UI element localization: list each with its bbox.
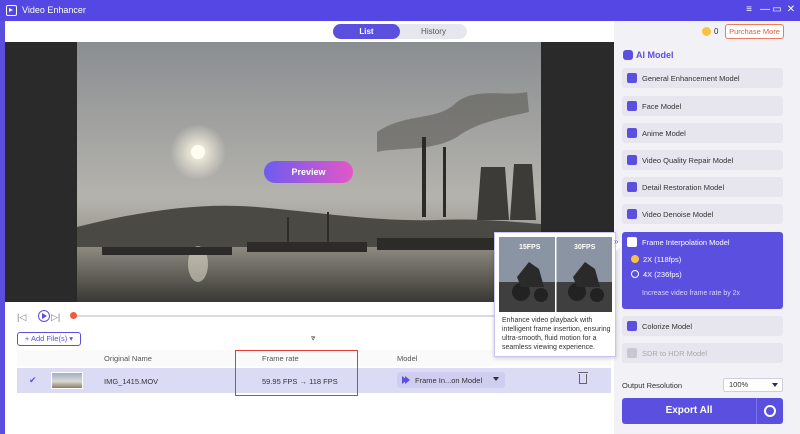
video-thumbnail bbox=[51, 372, 83, 389]
output-resolution-value: 100% bbox=[729, 380, 749, 389]
model-label: Detail Restoration Model bbox=[642, 183, 725, 192]
model-detail-restoration[interactable]: Detail Restoration Model bbox=[622, 177, 783, 197]
row-model-label: Frame In...on Model bbox=[415, 376, 483, 385]
tooltip-description: Enhance video playback with intelligent … bbox=[502, 317, 611, 351]
tooltip-label-before: 15FPS bbox=[519, 244, 541, 251]
model-sdr-to-hdr: SDR to HDR Model bbox=[622, 343, 783, 363]
title-bar: Video Enhancer ≡ — ▭ ✕ bbox=[0, 0, 800, 21]
output-resolution-select[interactable]: 100% bbox=[723, 378, 783, 392]
app-logo-icon bbox=[6, 5, 17, 16]
maximize-button[interactable]: ▭ bbox=[770, 3, 784, 17]
option-label: 2X (118fps) bbox=[643, 255, 682, 264]
button-divider bbox=[756, 398, 757, 424]
tab-history[interactable]: History bbox=[400, 24, 467, 39]
hdr-icon bbox=[627, 348, 637, 358]
menu-icon[interactable]: ≡ bbox=[742, 3, 756, 17]
detail-icon bbox=[627, 182, 637, 192]
model-label: Video Quality Repair Model bbox=[642, 156, 734, 165]
model-label: SDR to HDR Model bbox=[642, 349, 708, 358]
colorize-icon bbox=[627, 321, 637, 331]
preview-button[interactable]: Preview bbox=[264, 161, 353, 183]
frame-interpolation-icon bbox=[627, 237, 637, 247]
header-model: Model bbox=[397, 354, 418, 363]
next-frame-button[interactable]: ▷| bbox=[51, 312, 60, 323]
delete-icon[interactable] bbox=[578, 372, 588, 384]
model-tooltip: 15FPS 30FPS Enhance video playback with … bbox=[494, 232, 622, 357]
tooltip-label-after: 30FPS bbox=[574, 244, 596, 251]
collapse-toggle-icon[interactable]: ⩔ bbox=[311, 333, 316, 343]
tooltip-pointer-icon: » bbox=[614, 237, 619, 246]
sidebar-title-text: AI Model bbox=[636, 50, 674, 60]
chevron-down-icon bbox=[493, 377, 499, 381]
header-original-name: Original Name bbox=[104, 354, 152, 363]
coin-icon bbox=[702, 27, 711, 36]
gear-icon[interactable] bbox=[764, 405, 776, 417]
option-label: 4X (236fps) bbox=[643, 270, 682, 279]
purchase-more-button[interactable]: Purchase More bbox=[725, 24, 784, 39]
add-files-button[interactable]: + Add File(s) ▾ bbox=[17, 332, 81, 346]
radio-selected-icon[interactable] bbox=[631, 255, 639, 263]
image-enhance-icon bbox=[627, 73, 637, 83]
model-label: Anime Model bbox=[642, 129, 686, 138]
play-button[interactable] bbox=[38, 310, 50, 322]
export-all-button[interactable]: Export All bbox=[622, 398, 783, 424]
tab-list[interactable]: List bbox=[333, 24, 400, 39]
close-button[interactable]: ✕ bbox=[784, 3, 798, 17]
denoise-icon bbox=[627, 209, 637, 219]
row-file-name: IMG_1415.MOV bbox=[104, 377, 159, 386]
model-face[interactable]: Face Model bbox=[622, 96, 783, 116]
window-title: Video Enhancer bbox=[22, 5, 86, 15]
row-check-icon[interactable]: ✔ bbox=[29, 375, 37, 386]
frame-rate-highlight bbox=[235, 350, 358, 396]
output-resolution-label: Output Resolution bbox=[622, 381, 683, 390]
top-toolbar: List History 0 Purchase More bbox=[0, 21, 795, 42]
robot-icon bbox=[623, 50, 633, 60]
model-video-quality-repair[interactable]: Video Quality Repair Model bbox=[622, 150, 783, 170]
progress-knob[interactable] bbox=[70, 312, 77, 319]
face-icon bbox=[627, 101, 637, 111]
model-frame-interpolation[interactable]: Frame Interpolation Model 2X (118fps) 4X… bbox=[622, 232, 783, 309]
model-colorize[interactable]: Colorize Model bbox=[622, 316, 783, 336]
view-tabs: List History bbox=[333, 24, 467, 39]
model-label: Face Model bbox=[642, 102, 682, 111]
tooltip-comparison-image: 15FPS 30FPS bbox=[499, 237, 612, 312]
chevron-down-icon bbox=[772, 383, 778, 387]
radio-unselected-icon[interactable] bbox=[631, 270, 639, 278]
model-anime[interactable]: Anime Model bbox=[622, 123, 783, 143]
anime-icon bbox=[627, 128, 637, 138]
credit-count: 0 bbox=[714, 27, 719, 36]
previous-frame-button[interactable]: |◁ bbox=[17, 312, 26, 323]
repair-icon bbox=[627, 155, 637, 165]
model-label: Video Denoise Model bbox=[642, 210, 714, 219]
model-hint: Increase video frame rate by 2x bbox=[642, 290, 741, 297]
row-model-select[interactable]: Frame In...on Model bbox=[397, 372, 505, 388]
model-video-denoise[interactable]: Video Denoise Model bbox=[622, 204, 783, 224]
model-label: Colorize Model bbox=[642, 322, 693, 331]
model-label: General Enhancement Model bbox=[642, 74, 740, 83]
frame-interpolation-icon bbox=[402, 376, 410, 384]
export-all-label: Export All bbox=[665, 405, 713, 416]
model-label: Frame Interpolation Model bbox=[642, 238, 730, 247]
model-general-enhancement[interactable]: General Enhancement Model bbox=[622, 68, 783, 88]
